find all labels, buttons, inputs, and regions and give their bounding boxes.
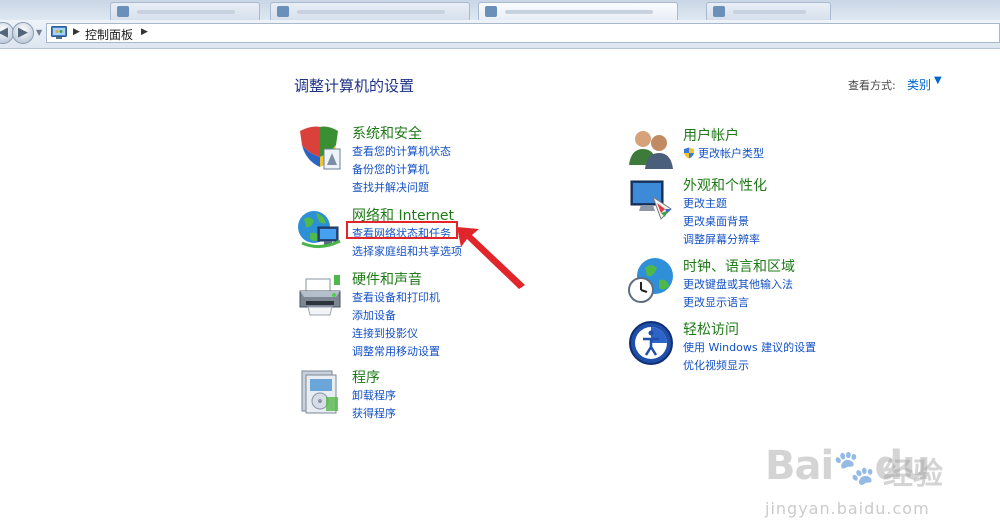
tab-icon xyxy=(117,6,129,17)
link-add-device[interactable]: 添加设备 xyxy=(352,307,440,325)
link-change-desktop-background[interactable]: 更改桌面背景 xyxy=(683,213,760,231)
category-title[interactable]: 系统和安全 xyxy=(352,123,422,143)
forward-button[interactable]: ▶ xyxy=(12,22,34,44)
category-title[interactable]: 外观和个性化 xyxy=(683,175,767,195)
link-label: 更改帐户类型 xyxy=(698,147,764,160)
tab-icon xyxy=(485,6,497,17)
security-shield-icon[interactable] xyxy=(296,123,344,171)
link-connect-projector[interactable]: 连接到投影仪 xyxy=(352,325,440,343)
annotation-highlight-box xyxy=(346,221,458,239)
category-title[interactable]: 轻松访问 xyxy=(683,319,739,339)
link-mobility-settings[interactable]: 调整常用移动设置 xyxy=(352,343,440,361)
users-icon[interactable] xyxy=(627,125,675,173)
tab-icon xyxy=(277,6,289,17)
view-by-dropdown[interactable]: 类别 xyxy=(907,76,931,93)
link-change-keyboard-input[interactable]: 更改键盘或其他输入法 xyxy=(683,276,793,294)
link-backup-computer[interactable]: 备份您的计算机 xyxy=(352,161,451,179)
watermark-cn: 经验 xyxy=(883,457,943,492)
address-bar: ◀ ▶ ▼ ▶ 控制面板 ▶ xyxy=(0,20,1000,49)
category-title[interactable]: 硬件和声音 xyxy=(352,269,422,289)
annotation-arrow-icon xyxy=(457,227,525,289)
tab-title-blurred xyxy=(137,10,235,14)
link-change-theme[interactable]: 更改主题 xyxy=(683,195,760,213)
link-change-account-type[interactable]: 更改帐户类型 xyxy=(683,145,764,163)
chevron-down-icon[interactable]: ▼ xyxy=(934,75,942,86)
address-field[interactable]: ▶ 控制面板 ▶ xyxy=(46,23,1000,43)
window-tab-strip xyxy=(0,0,1000,20)
breadcrumb-separator-icon[interactable]: ▶ xyxy=(141,27,148,37)
category-title[interactable]: 程序 xyxy=(352,367,380,387)
window-tab[interactable] xyxy=(706,2,831,20)
tab-title-blurred xyxy=(505,10,653,14)
baidu-watermark: Bai🐾du 经验 jingyan.baidu.com xyxy=(745,427,995,523)
category-title[interactable]: 用户帐户 xyxy=(683,125,739,145)
link-uninstall-program[interactable]: 卸载程序 xyxy=(352,387,396,405)
window-tab-active[interactable] xyxy=(478,2,678,20)
link-recommended-settings[interactable]: 使用 Windows 建议的设置 xyxy=(683,339,816,357)
link-adjust-resolution[interactable]: 调整屏幕分辨率 xyxy=(683,231,760,249)
ease-of-access-icon[interactable] xyxy=(627,319,675,367)
printer-icon[interactable] xyxy=(296,269,344,317)
tab-title-blurred xyxy=(297,10,445,14)
watermark-url: jingyan.baidu.com xyxy=(765,499,930,518)
link-get-programs[interactable]: 获得程序 xyxy=(352,405,396,423)
window-tab[interactable] xyxy=(110,2,260,20)
window-tab[interactable] xyxy=(270,2,470,20)
breadcrumb-control-panel[interactable]: 控制面板 xyxy=(85,26,133,43)
programs-icon[interactable] xyxy=(296,367,344,415)
page-title: 调整计算机的设置 xyxy=(294,77,415,95)
tab-title-blurred xyxy=(733,10,806,14)
uac-shield-icon xyxy=(684,147,694,159)
clock-globe-icon[interactable] xyxy=(627,256,675,304)
control-panel-icon xyxy=(51,26,67,39)
category-title[interactable]: 时钟、语言和区域 xyxy=(683,256,795,276)
link-optimize-video-display[interactable]: 优化视频显示 xyxy=(683,357,816,375)
link-find-fix-problems[interactable]: 查找并解决问题 xyxy=(352,179,451,197)
history-dropdown-icon[interactable]: ▼ xyxy=(36,28,42,37)
link-homegroup-sharing[interactable]: 选择家庭组和共享选项 xyxy=(352,243,462,261)
network-globe-icon[interactable] xyxy=(296,205,344,253)
tab-icon xyxy=(713,6,725,17)
breadcrumb-separator-icon[interactable]: ▶ xyxy=(73,27,80,37)
link-view-computer-status[interactable]: 查看您的计算机状态 xyxy=(352,143,451,161)
link-view-devices-printers[interactable]: 查看设备和打印机 xyxy=(352,289,440,307)
control-panel-content: 调整计算机的设置 查看方式: 类别 ▼ 系统和安全 查看您的计算机状态 备份您的… xyxy=(0,49,1000,518)
view-by-label: 查看方式: xyxy=(848,79,896,92)
link-change-display-language[interactable]: 更改显示语言 xyxy=(683,294,793,312)
monitor-palette-icon[interactable] xyxy=(627,175,675,223)
